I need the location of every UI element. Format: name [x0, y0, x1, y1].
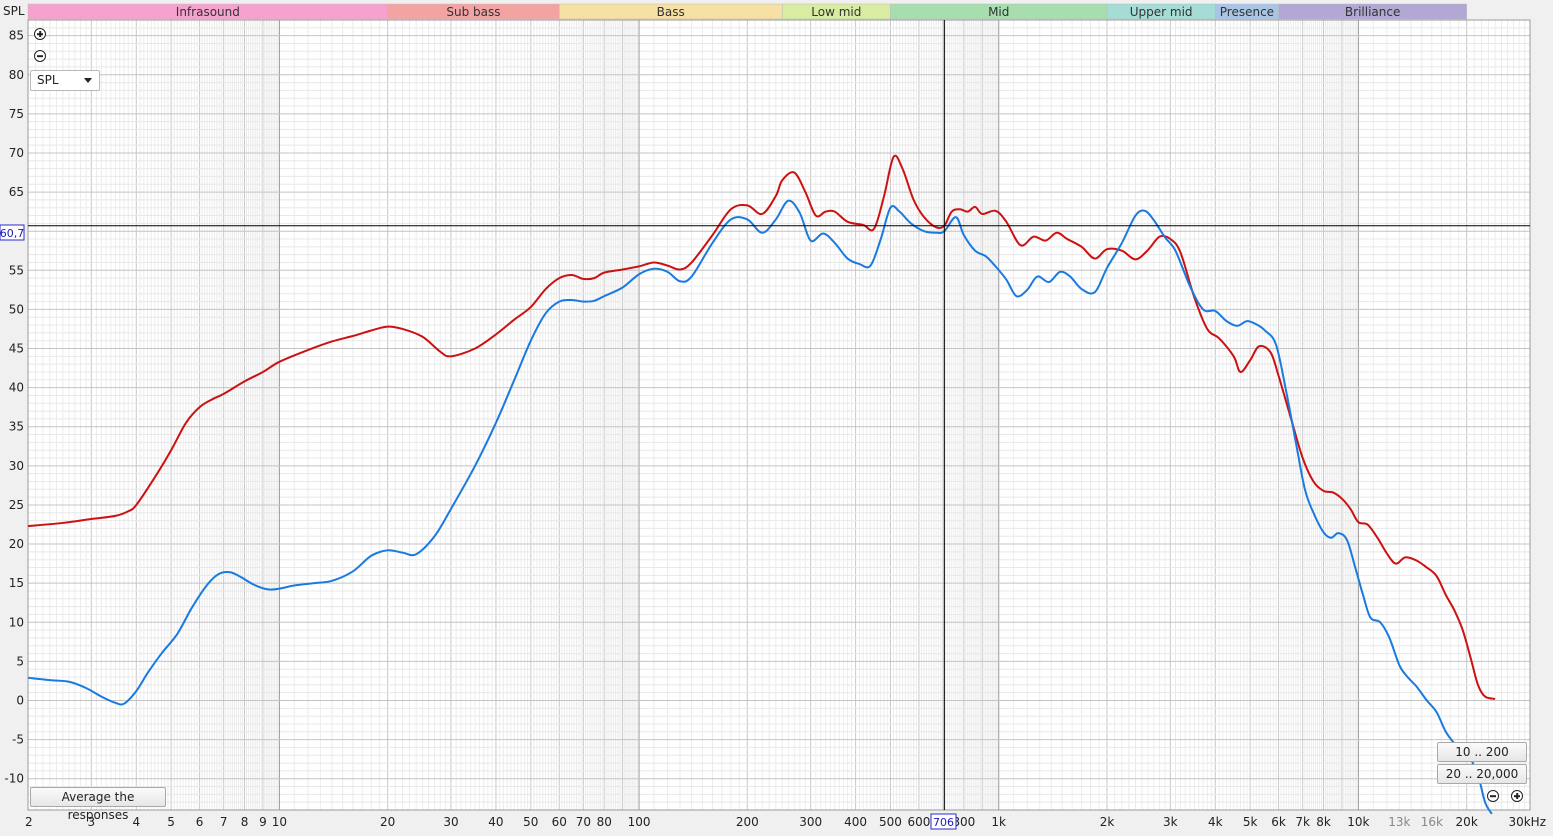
- y-tick-label: 0: [16, 693, 24, 707]
- y-axis-title: SPL: [3, 4, 25, 18]
- frequency-band-bar: Infrasound Sub bass Bass Low mid Mid Upper mi…: [27, 3, 1467, 20]
- x-tick-label: 4: [132, 815, 140, 829]
- zoom-in-icon[interactable]: [34, 28, 46, 40]
- x-tick-label: 40: [488, 815, 503, 829]
- x-tick-label: 16k: [1421, 815, 1443, 829]
- zoom-in-x-icon[interactable]: [1511, 790, 1523, 802]
- x-tick-label: 7: [220, 815, 228, 829]
- cursor-x-label: 706: [933, 816, 954, 829]
- y-tick-label: 15: [9, 576, 24, 590]
- y-tick-label: -5: [12, 733, 24, 747]
- spl-select[interactable]: SPL: [30, 70, 100, 91]
- zoom-out-icon[interactable]: [34, 50, 46, 62]
- band-label: Infrasound: [176, 5, 240, 19]
- y-tick-label: 5: [16, 654, 24, 668]
- cursor-x-readout: 706: [930, 813, 957, 830]
- band-label: Bass: [657, 5, 685, 19]
- y-tick-label: 40: [9, 381, 24, 395]
- zoom-out-x-icon[interactable]: [1487, 790, 1499, 802]
- y-tick-label: 75: [9, 107, 24, 121]
- y-tick-label: 25: [9, 498, 24, 512]
- cursor-y-readout: 60,7: [0, 224, 25, 241]
- x-tick-label: 5k: [1243, 815, 1258, 829]
- x-tick-label: 10: [272, 815, 287, 829]
- x-tick-label: 20k: [1456, 815, 1478, 829]
- y-tick-label: 70: [9, 146, 24, 160]
- y-tick-label: 45: [9, 342, 24, 356]
- x-tick-label: 6: [196, 815, 204, 829]
- y-tick-label: 20: [9, 537, 24, 551]
- x-tick-label: 2: [25, 815, 33, 829]
- band-label: Sub bass: [446, 5, 500, 19]
- y-tick-label: 65: [9, 185, 24, 199]
- x-tick-label: 50: [523, 815, 538, 829]
- x-tick-label: 10k: [1347, 815, 1369, 829]
- x-tick-label: 20: [380, 815, 395, 829]
- x-tick-label: 6k: [1271, 815, 1286, 829]
- x-tick-label: 2k: [1100, 815, 1115, 829]
- range-20-20000-button[interactable]: 20 .. 20,000: [1437, 764, 1527, 784]
- y-tick-label: 50: [9, 302, 24, 316]
- band-label: Brilliance: [1345, 5, 1400, 19]
- x-tick-label: 30: [443, 815, 458, 829]
- x-tick-label: 300: [799, 815, 822, 829]
- x-tick-label: 100: [628, 815, 651, 829]
- y-tick-label: -10: [4, 772, 24, 786]
- x-tick-label: 60: [552, 815, 567, 829]
- x-tick-label: 4k: [1208, 815, 1223, 829]
- x-tick-label: 7k: [1295, 815, 1310, 829]
- y-tick-label: 35: [9, 420, 24, 434]
- frequency-response-chart[interactable]: Infrasound Sub bass Bass Low mid Mid Upper mi…: [0, 0, 1553, 836]
- x-tick-label: 3k: [1163, 815, 1178, 829]
- y-tick-label: 85: [9, 29, 24, 43]
- band-label: Upper mid: [1130, 5, 1193, 19]
- band-label: Presence: [1220, 5, 1274, 19]
- spl-select-value: SPL: [37, 73, 59, 87]
- range-10-200-button[interactable]: 10 .. 200: [1437, 742, 1527, 762]
- caret-down-icon: [84, 78, 92, 83]
- y-axis-ticks: -10-50510152025303540455055606570758085: [4, 29, 24, 786]
- y-tick-label: 80: [9, 68, 24, 82]
- x-tick-label: 9: [259, 815, 267, 829]
- x-tick-label: 5: [167, 815, 175, 829]
- x-tick-label: 80: [597, 815, 612, 829]
- x-tick-label: 600: [907, 815, 930, 829]
- y-tick-label: 30: [9, 459, 24, 473]
- x-tick-label: 70: [576, 815, 591, 829]
- x-axis-ticks: 2345678910203040506070801002003004005006…: [25, 815, 1546, 829]
- x-tick-label: 200: [736, 815, 759, 829]
- x-tick-label: 400: [844, 815, 867, 829]
- x-tick-label: 13k: [1388, 815, 1410, 829]
- x-tick-label: 8k: [1316, 815, 1331, 829]
- band-label: Low mid: [811, 5, 861, 19]
- y-tick-label: 55: [9, 263, 24, 277]
- average-responses-button[interactable]: Average the responses: [30, 787, 166, 822]
- band-label: Mid: [988, 5, 1009, 19]
- cursor-y-label: 60,7: [0, 227, 24, 240]
- x-tick-label: 500: [879, 815, 902, 829]
- x-tick-label: 30kHz: [1508, 815, 1546, 829]
- x-tick-label: 1k: [991, 815, 1006, 829]
- y-tick-label: 10: [9, 615, 24, 629]
- x-tick-label: 8: [241, 815, 249, 829]
